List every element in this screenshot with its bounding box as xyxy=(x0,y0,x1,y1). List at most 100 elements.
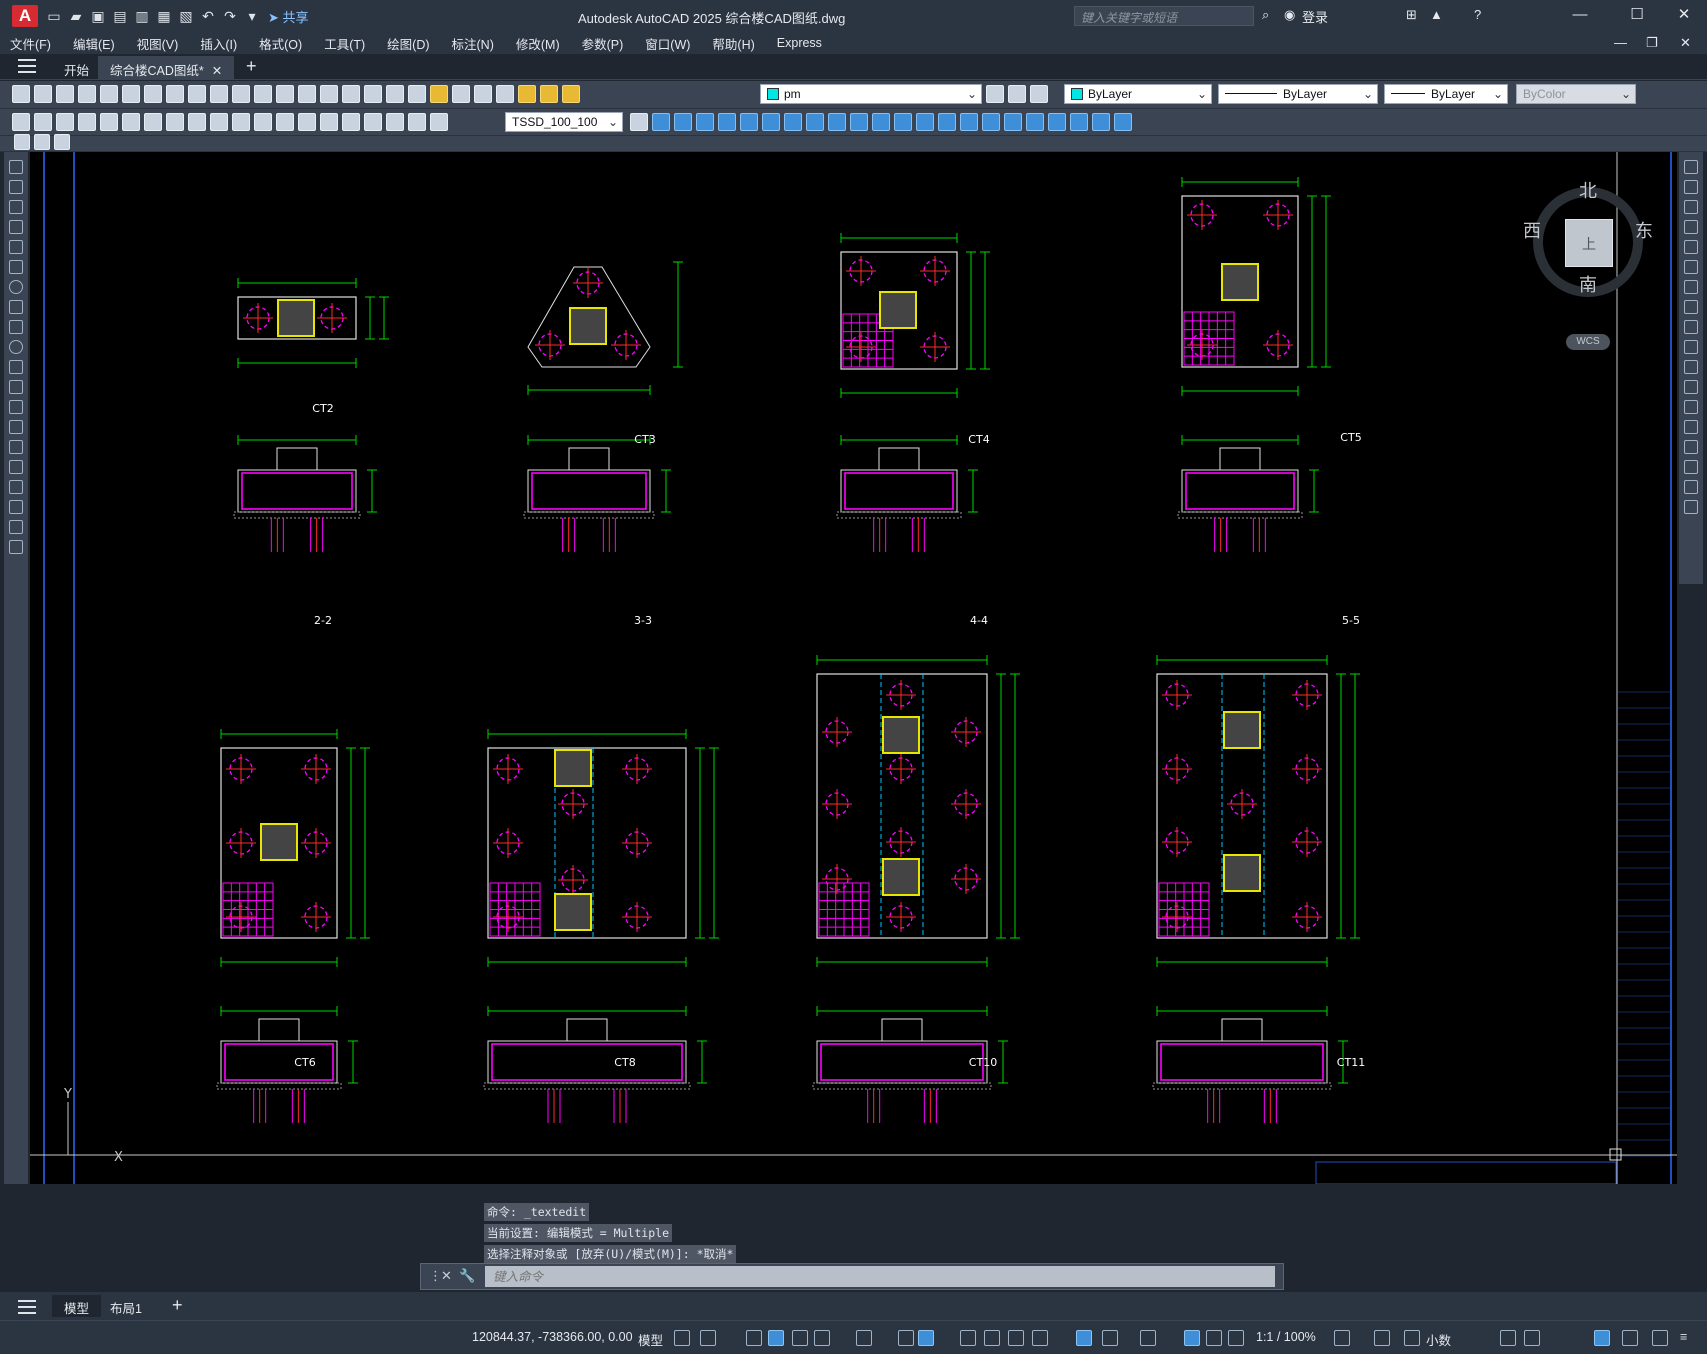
menu-file[interactable]: 文件(F) xyxy=(10,34,51,53)
doc-restore-button[interactable]: ❐ xyxy=(1646,35,1658,51)
baseline-dim-icon[interactable] xyxy=(210,113,228,131)
layer-on-icon[interactable] xyxy=(518,85,536,103)
make-current-layer-icon[interactable] xyxy=(986,85,1004,103)
redo-icon[interactable] xyxy=(254,85,272,103)
tab-layout1[interactable]: 布局1 xyxy=(98,1295,154,1317)
chamfer-icon[interactable] xyxy=(1684,440,1698,454)
circle-icon[interactable] xyxy=(9,280,23,294)
markup-icon[interactable] xyxy=(430,85,448,103)
edit-polyline-icon[interactable] xyxy=(1048,113,1066,131)
jogged-linear-icon[interactable] xyxy=(364,113,382,131)
new-icon[interactable] xyxy=(12,85,30,103)
minimize-button[interactable]: — xyxy=(1560,4,1600,26)
menu-express[interactable]: Express xyxy=(777,36,822,50)
open-file-icon[interactable]: ▰ xyxy=(68,8,84,24)
copy-object-icon[interactable] xyxy=(652,113,670,131)
ellipse-icon[interactable] xyxy=(9,340,23,354)
undo-icon[interactable] xyxy=(232,85,250,103)
layer-states-icon[interactable] xyxy=(1030,85,1048,103)
compass-east[interactable]: 东 xyxy=(1635,217,1653,243)
dim-text-edit-icon[interactable] xyxy=(408,113,426,131)
join-icon[interactable] xyxy=(894,113,912,131)
copy-icon[interactable] xyxy=(166,85,184,103)
annotation-monitor-icon[interactable] xyxy=(1374,1330,1390,1346)
color-dropdown[interactable]: ByLayer ⌄ xyxy=(1064,84,1212,104)
polyline-icon[interactable] xyxy=(9,200,23,214)
menu-hamburger-icon[interactable] xyxy=(18,59,36,73)
gradient-icon[interactable] xyxy=(9,460,23,474)
ellipse-arc-icon[interactable] xyxy=(9,360,23,374)
customize-dropdown-icon[interactable]: ▾ xyxy=(244,8,260,24)
jogged-dim-icon[interactable] xyxy=(122,113,140,131)
fillet-icon[interactable] xyxy=(1684,460,1698,474)
menu-insert[interactable]: 插入(I) xyxy=(200,34,237,53)
doc-minimize-button[interactable]: — xyxy=(1614,35,1627,50)
edit-hatch-icon[interactable] xyxy=(1092,113,1110,131)
layer-previous-icon[interactable] xyxy=(1008,85,1026,103)
close-tab-icon[interactable]: ✕ xyxy=(212,64,222,78)
lineweight-display-icon[interactable] xyxy=(960,1330,976,1346)
isolate-objects-icon[interactable] xyxy=(1594,1330,1610,1346)
undo-icon[interactable]: ↶ xyxy=(200,8,216,24)
break-at-point-icon[interactable] xyxy=(1684,380,1698,394)
break-icon[interactable] xyxy=(872,113,890,131)
zoom-previous-icon[interactable] xyxy=(342,85,360,103)
annotation-scale-icon[interactable] xyxy=(1228,1330,1244,1346)
explode-icon[interactable] xyxy=(1684,500,1698,514)
polar-tracking-icon[interactable] xyxy=(814,1330,830,1346)
customize-command-icon[interactable]: 🔧 xyxy=(459,1268,475,1284)
menu-view[interactable]: 视图(V) xyxy=(137,34,179,53)
plotstyle-dropdown[interactable]: ByColor ⌄ xyxy=(1516,84,1636,104)
ordinate-dim-icon[interactable] xyxy=(78,113,96,131)
isodraft-icon[interactable] xyxy=(856,1330,872,1346)
extend-icon[interactable] xyxy=(1684,360,1698,374)
dimstyle-dropdown[interactable]: TSSD_100_100 ⌄ xyxy=(505,112,623,132)
units-icon[interactable] xyxy=(1404,1330,1420,1346)
tool-palettes-icon[interactable] xyxy=(408,85,426,103)
angular-dim-icon[interactable] xyxy=(166,113,184,131)
offset-icon[interactable] xyxy=(1684,220,1698,234)
dim-space-icon[interactable] xyxy=(254,113,272,131)
diameter-dim-icon[interactable] xyxy=(144,113,162,131)
new-file-icon[interactable]: ▭ xyxy=(46,8,62,24)
insert-block-icon[interactable] xyxy=(34,134,50,150)
lengthen-icon[interactable] xyxy=(1026,113,1044,131)
attribute-icon[interactable] xyxy=(54,134,70,150)
selection-filter-icon[interactable] xyxy=(1102,1330,1118,1346)
grid-icon[interactable] xyxy=(674,1330,690,1346)
spline-icon[interactable] xyxy=(9,320,23,334)
cart-icon[interactable]: ⊞ xyxy=(1406,7,1417,23)
menu-format[interactable]: 格式(O) xyxy=(259,34,302,53)
viewcube-top-face[interactable]: 上 xyxy=(1565,219,1613,267)
menu-parametric[interactable]: 参数(P) xyxy=(582,34,624,53)
polygon-icon[interactable] xyxy=(9,220,23,234)
dynamic-ucs-icon[interactable] xyxy=(1076,1330,1092,1346)
blend-curves-icon[interactable] xyxy=(1684,480,1698,494)
menu-modify[interactable]: 修改(M) xyxy=(516,34,560,53)
array-icon[interactable] xyxy=(718,113,736,131)
layer-dropdown[interactable]: pm ⌄ xyxy=(760,84,982,104)
line-icon[interactable] xyxy=(9,160,23,174)
save-as-icon[interactable]: ▤ xyxy=(112,8,128,24)
dim-break-icon[interactable] xyxy=(276,113,294,131)
open-icon[interactable] xyxy=(34,85,52,103)
center-mark-icon[interactable] xyxy=(320,113,338,131)
rotate-icon[interactable] xyxy=(1684,280,1698,294)
zoom-window-icon[interactable] xyxy=(320,85,338,103)
layer-lock-icon[interactable] xyxy=(562,85,580,103)
transparency-icon[interactable] xyxy=(984,1330,1000,1346)
block-editor-icon[interactable] xyxy=(14,134,30,150)
explode-icon[interactable] xyxy=(982,113,1000,131)
scale-icon[interactable] xyxy=(1684,300,1698,314)
wcs-menu[interactable]: WCS xyxy=(1566,334,1610,350)
erase-icon[interactable] xyxy=(1684,160,1698,174)
dim-style-manager-icon[interactable] xyxy=(630,113,648,131)
mirror-icon[interactable] xyxy=(674,113,692,131)
join-icon[interactable] xyxy=(1684,420,1698,434)
linear-dim-icon[interactable] xyxy=(12,113,30,131)
doc-close-button[interactable]: ✕ xyxy=(1680,35,1691,51)
lineweight-dropdown[interactable]: ByLayer ⌄ xyxy=(1384,84,1508,104)
quick-dim-icon[interactable] xyxy=(188,113,206,131)
close-window-button[interactable]: ✕ xyxy=(1664,4,1704,26)
add-layout-icon[interactable]: + xyxy=(160,1295,195,1317)
